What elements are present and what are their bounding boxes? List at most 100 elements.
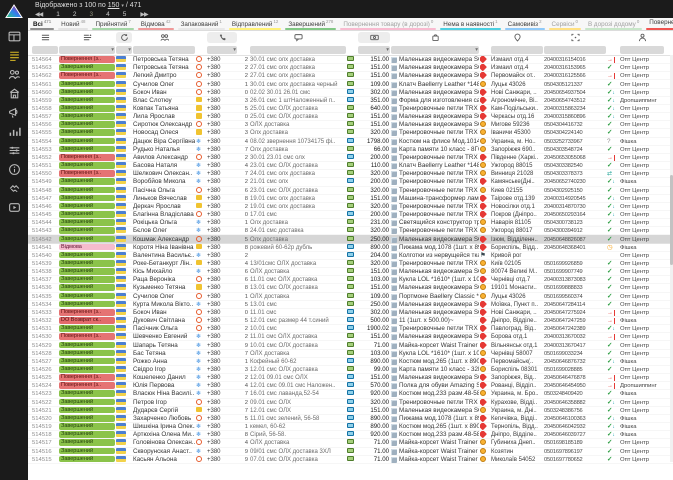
- order-comment[interactable]: Кофейный 60-62: [250, 358, 346, 366]
- client-name[interactable]: Авилов Александр: [133, 154, 195, 162]
- order-comment[interactable]: кемел, 60-62: [250, 423, 346, 431]
- tracking-number[interactable]: 0501699033234: [544, 350, 606, 358]
- clients-icon[interactable]: [133, 32, 195, 43]
- product-cell[interactable]: Костюм мод.233 разм.48-58 (1..: [391, 390, 479, 398]
- tracking-number[interactable]: 20450646100363: [544, 415, 606, 423]
- status-badge[interactable]: Повернення (з..: [59, 374, 115, 382]
- status-badge[interactable]: Завершений: [59, 292, 115, 301]
- status-badge[interactable]: Завершений: [59, 227, 115, 235]
- table-row[interactable]: 514554 Завершений Дацюк Віра Сергіївна ❄ +38…: [28, 137, 673, 146]
- order-comment[interactable]: 11.01 смс зелений, 56-58: [250, 415, 346, 423]
- client-name[interactable]: Валентина Васильє..: [133, 252, 195, 260]
- status-badge[interactable]: Завершений: [59, 398, 115, 407]
- status-badge[interactable]: Завершений: [59, 284, 115, 292]
- product-cell[interactable]: Клатч Baellerry Leather *1487* (1..: [391, 81, 479, 89]
- client-name[interactable]: Линьков Вячеслав: [133, 195, 195, 203]
- status-badge[interactable]: Завершений: [59, 137, 115, 146]
- product-cell[interactable]: Маленькая видеокамера SQ8 *..: [391, 301, 479, 309]
- status-badge[interactable]: Завершений: [59, 341, 115, 350]
- product-cell[interactable]: Тренировочные петли TRX Train..: [391, 178, 479, 186]
- delivery-place[interactable]: Моївка, Пункт п..: [491, 301, 543, 309]
- order-comment[interactable]: 24.01 смс доставка: [250, 227, 346, 235]
- client-phone[interactable]: +380: [207, 203, 237, 211]
- status-badge[interactable]: Завершений: [59, 235, 115, 244]
- sidebar-promo-icon[interactable]: [4, 103, 24, 122]
- filter-amount[interactable]: ▾: [358, 46, 390, 54]
- client-name[interactable]: Касьян Альона: [133, 456, 195, 464]
- order-comment[interactable]: 10.01 смс ОЛХ доставка: [250, 342, 346, 350]
- client-phone[interactable]: +380: [207, 399, 237, 407]
- delivery-place[interactable]: Ізюм, Відділенн..: [491, 236, 543, 244]
- client-phone[interactable]: +380: [207, 276, 237, 284]
- status-badge[interactable]: Завершений: [59, 186, 115, 195]
- client-name[interactable]: Бєлов Олег: [133, 227, 195, 235]
- client-phone[interactable]: +380: [207, 415, 237, 423]
- client-name[interactable]: Пасічна Ольга: [133, 187, 195, 195]
- product-cell[interactable]: Маленькая видеокамера SQ8 *..: [391, 284, 479, 292]
- delivery-place[interactable]: Украина, м. Но..: [491, 138, 543, 146]
- money-icon[interactable]: [358, 32, 390, 43]
- status-badge[interactable]: Відмова: [59, 243, 115, 252]
- delivery-place[interactable]: Бориспіль 08301: [491, 366, 543, 374]
- client-name[interactable]: Курта Микола Вікто..: [133, 301, 195, 309]
- order-comment[interactable]: 12.01 смс размер 44 т.синий: [250, 317, 346, 325]
- client-phone[interactable]: +380: [207, 358, 237, 366]
- table-row[interactable]: 514529 Завершений Шапарь Тетяна ❄ +380 9 10.01…: [28, 341, 673, 349]
- status-badge[interactable]: Завершений: [59, 162, 115, 170]
- table-row[interactable]: 514549 Завершений Воробйов Микола ❄ +380 2 21.…: [28, 178, 673, 186]
- filter-tracking[interactable]: [544, 46, 606, 54]
- product-cell[interactable]: Майка-корсет Waist Trainer *142..: [391, 448, 479, 456]
- product-cell[interactable]: Тренировочные петли TRX Train..: [391, 227, 479, 235]
- order-comment[interactable]: Олх доставка: [250, 219, 346, 227]
- table-row[interactable]: 514563 Завершений Петровська Тетяна +380 2 27…: [28, 64, 673, 72]
- delivery-place[interactable]: Тернопіль, Відд..: [491, 423, 543, 431]
- tab-відмова[interactable]: Відмова42: [136, 18, 176, 30]
- delivery-place[interactable]: Мигове 59236: [491, 121, 543, 129]
- product-cell[interactable]: Светящийся конструктор трек Ма..: [391, 219, 479, 227]
- phone-icon[interactable]: [207, 32, 237, 43]
- table-row[interactable]: 514535 Завершений Сучилов Олег +380 1 ОЛХ дос…: [28, 292, 673, 301]
- status-badge[interactable]: Завершений: [59, 80, 115, 89]
- order-comment[interactable]: 21.01 смс олх: [250, 178, 346, 186]
- client-phone[interactable]: +380: [207, 113, 237, 121]
- client-phone[interactable]: +380: [207, 366, 237, 374]
- order-comment[interactable]: 09/01 смс ОЛХ доставка 3ХЛ: [250, 448, 346, 456]
- tab-новий[interactable]: Новий48: [56, 18, 90, 30]
- client-phone[interactable]: +380: [207, 382, 237, 390]
- client-phone[interactable]: +380: [207, 89, 237, 97]
- order-comment[interactable]: 08.02 звернення 10734175 фі..: [250, 138, 346, 146]
- client-name[interactable]: Кісь Михайло: [133, 268, 195, 276]
- product-cell[interactable]: Полка для обуви Amazing Shoe ..: [391, 382, 479, 390]
- status-badge[interactable]: Завершений: [59, 105, 115, 113]
- manager-icon[interactable]: [620, 32, 664, 43]
- tracking-number[interactable]: 0504303378373: [544, 170, 606, 178]
- client-phone[interactable]: +380: [207, 439, 237, 447]
- product-cell[interactable]: Майка-корсет Waist Trainer *142..: [391, 456, 479, 464]
- order-comment[interactable]: 02.02 30.01 26.01 смс: [250, 89, 346, 97]
- table-row[interactable]: 514530 Повернення (з.. Шевченко Евгений ❄ +3…: [28, 333, 673, 341]
- client-phone[interactable]: +380: [207, 448, 237, 456]
- tracking-number[interactable]: 20450646042932: [544, 423, 606, 431]
- client-name[interactable]: Свідро Ігор: [133, 366, 195, 374]
- client-name[interactable]: Рожко Анна: [133, 358, 195, 366]
- status-badge[interactable]: Повернення (з..: [59, 72, 115, 80]
- order-comment[interactable]: 25.01 смс ОЛХ доставка: [250, 105, 346, 113]
- tab-відправлений[interactable]: Відправлений12: [227, 18, 283, 30]
- product-cell[interactable]: Майка-корсет Waist Trainer *142..: [391, 439, 479, 447]
- delivery-place[interactable]: Губиниха Днеп..: [491, 439, 543, 447]
- table-row[interactable]: 514557 Завершений Лила Ярослав +380 0 25.01 с…: [28, 113, 673, 121]
- client-name[interactable]: Дударєв Сергій: [133, 407, 195, 415]
- tracking-number[interactable]: 0504305121337: [544, 81, 606, 89]
- client-phone[interactable]: +380: [207, 423, 237, 431]
- tracking-number[interactable]: 0504302925150: [544, 187, 606, 195]
- client-phone[interactable]: +380: [207, 350, 237, 358]
- table-row[interactable]: 514562 Повернення (з.. Легкий Дмитро +380 2 2…: [28, 72, 673, 80]
- client-name[interactable]: Юлія Первова: [133, 382, 195, 390]
- order-comment[interactable]: 23.01 смс ОЛХ доставка: [250, 162, 346, 170]
- tracking-number[interactable]: 0501699028885: [544, 366, 606, 374]
- table-row[interactable]: 514552 Повернення (з.. Авилов Александр +38…: [28, 153, 673, 162]
- client-name[interactable]: Басова Наталя: [133, 162, 195, 170]
- client-phone[interactable]: +380: [207, 431, 237, 439]
- delivery-place[interactable]: Київ 02105: [491, 260, 543, 268]
- delivery-place[interactable]: Первомайськ(..: [491, 358, 543, 366]
